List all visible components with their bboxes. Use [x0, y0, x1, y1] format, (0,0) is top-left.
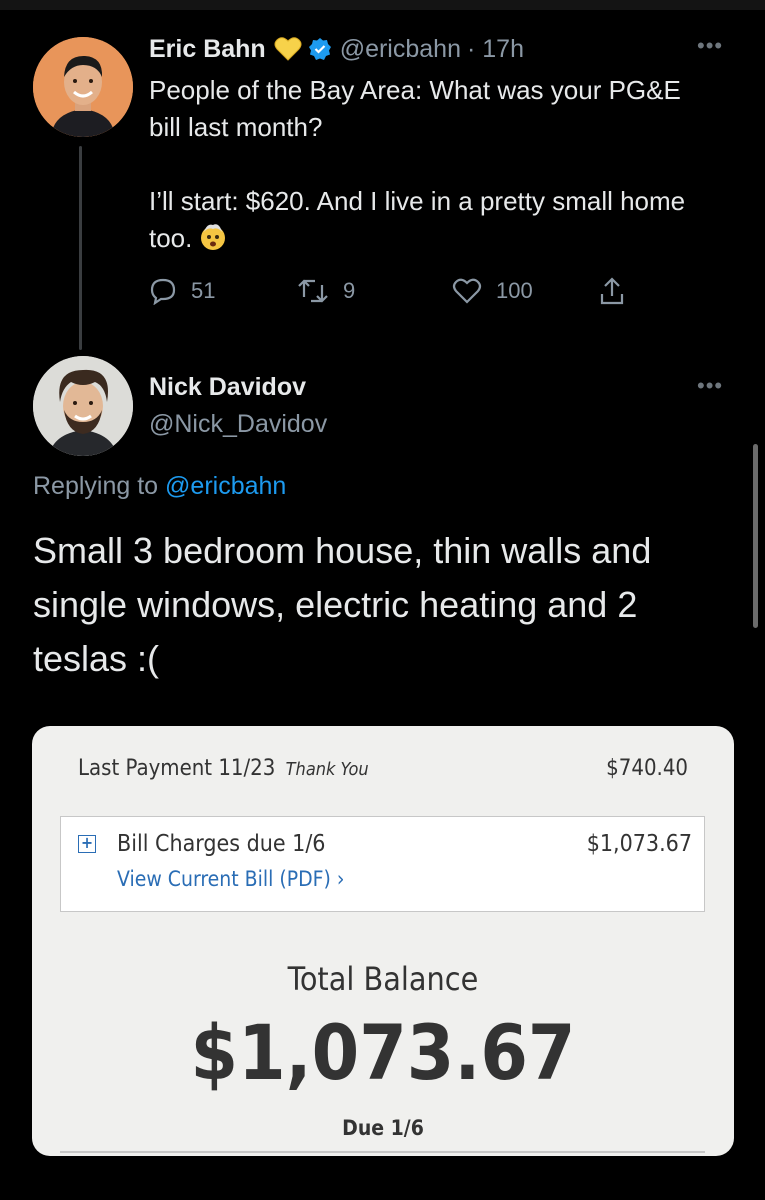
tweet-text-paragraph: People of the Bay Area: What was your PG… [149, 75, 681, 142]
tweet-text-line: I’ll start: $620. And I live in a pretty… [149, 186, 686, 253]
avatar-nick[interactable] [33, 356, 133, 456]
replying-to: Replying to @ericbahn [33, 472, 286, 501]
replying-to-label: Replying to [33, 472, 159, 500]
more-options-icon[interactable]: ••• [697, 33, 723, 59]
avatar-eric[interactable] [33, 37, 133, 137]
retweet-icon [298, 279, 328, 303]
replying-to-mention[interactable]: @ericbahn [165, 472, 286, 500]
scrollbar[interactable] [753, 444, 758, 628]
share-icon [600, 277, 624, 305]
author-name[interactable]: Nick Davidov [149, 373, 306, 402]
top-bar [0, 0, 765, 10]
bill-charges-label: Bill Charges due 1/6 [117, 831, 326, 857]
like-icon [452, 278, 482, 304]
like-button[interactable]: 100 [452, 277, 533, 305]
bill-charges-amount: $1,073.67 [586, 831, 692, 857]
tweet-header: Eric Bahn @ericbahn · 17h [149, 32, 524, 66]
more-options-icon[interactable]: ••• [697, 373, 723, 399]
total-balance-label: Total Balance [287, 960, 479, 998]
bill-charges-box: + Bill Charges due 1/6 View Current Bill… [60, 816, 705, 912]
last-payment: Last Payment 11/23 Thank You [78, 756, 369, 781]
last-payment-label: Last Payment 11/23 [78, 756, 276, 781]
retweet-count: 9 [343, 278, 356, 303]
due-date: Due 1/6 [342, 1116, 424, 1140]
author-handle[interactable]: @ericbahn [340, 35, 461, 64]
tweet-text-paragraph: I’ll start: $620. And I live in a pretty… [149, 183, 709, 257]
heart-badge-icon [274, 36, 302, 62]
verified-icon [308, 37, 332, 61]
author-name[interactable]: Eric Bahn [149, 35, 266, 64]
tweet-time[interactable]: · 17h [467, 35, 524, 64]
thread-line [79, 146, 82, 350]
bill-image[interactable]: Last Payment 11/23 Thank You $740.40 + B… [32, 726, 734, 1156]
reply-button[interactable]: 51 [149, 277, 215, 305]
like-count: 100 [496, 278, 533, 303]
reply-text: Small 3 bedroom house, thin walls and si… [33, 530, 652, 679]
total-balance-amount: $1,073.67 [190, 1008, 576, 1097]
reply-icon [150, 278, 176, 305]
retweet-button[interactable]: 9 [297, 277, 355, 305]
divider [60, 1151, 705, 1153]
last-payment-amount: $740.40 [606, 756, 688, 781]
share-button[interactable] [598, 276, 626, 306]
shocked-emoji-icon [198, 221, 228, 251]
author-handle[interactable]: @Nick_Davidov [149, 410, 327, 439]
view-bill-link: View Current Bill (PDF) › [117, 867, 345, 891]
reply-count: 51 [191, 278, 216, 303]
plus-box-icon: + [78, 835, 96, 853]
tweet-text: People of the Bay Area: What was your PG… [149, 72, 709, 257]
thank-you-text: Thank You [285, 759, 369, 780]
